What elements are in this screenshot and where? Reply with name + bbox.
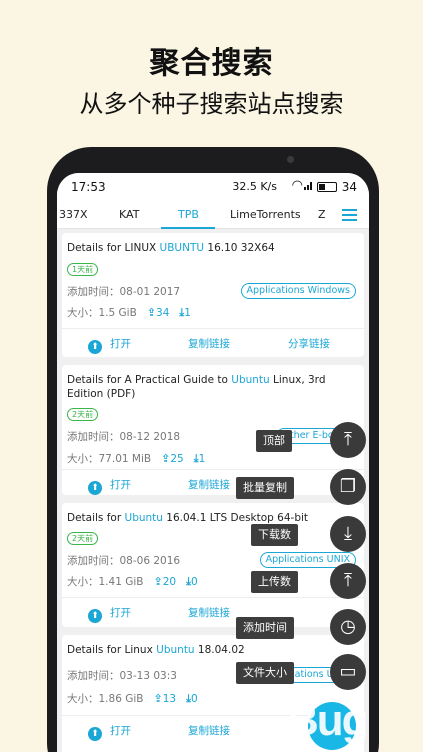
result-title: Details for LINUX UBUNTU 16.10 32X64 bbox=[67, 242, 275, 254]
size-line: 大小：1.5 GiB ⇪34 ⤓1 bbox=[67, 306, 191, 319]
age-badge: 2天前 bbox=[67, 408, 99, 421]
share-link-button[interactable]: 分享链接 bbox=[288, 336, 330, 351]
fab-item-downloads[interactable]: 下载数 ⤓ bbox=[251, 516, 366, 552]
camera-icon bbox=[287, 156, 294, 163]
status-time: 17:53 bbox=[71, 180, 106, 194]
upload-arrow-icon: ⇪ bbox=[161, 452, 171, 465]
upload-arrow-icon: ⇪ bbox=[153, 575, 163, 588]
fab-item-top[interactable]: 顶部 ⤒ bbox=[256, 422, 366, 458]
open-icon: ⬆ bbox=[88, 609, 102, 623]
promo-title: 聚合搜索 bbox=[149, 46, 274, 81]
age-badge: 1天前 bbox=[67, 263, 99, 276]
tab-kat[interactable]: KAT bbox=[119, 208, 139, 221]
open-button[interactable]: ⬆ 打开 bbox=[88, 723, 131, 741]
tab-limetorrents[interactable]: LimeTorrents bbox=[230, 208, 301, 221]
arrow-to-top-icon[interactable]: ⤒ bbox=[330, 422, 366, 458]
result-title: Details for A Practical Guide to Ubuntu … bbox=[67, 374, 326, 400]
promo-subtitle: 从多个种子搜索站点搜索 bbox=[79, 90, 344, 118]
age-badge: 2天前 bbox=[67, 532, 99, 545]
fab-item-batch-copy[interactable]: 批量复制 ❐ bbox=[236, 469, 366, 505]
open-button[interactable]: ⬆ 打开 bbox=[88, 336, 131, 354]
clock-icon[interactable]: ◷ bbox=[330, 609, 366, 645]
open-button[interactable]: ⬆ 打开 bbox=[88, 605, 131, 623]
fab-label: 上传数 bbox=[251, 571, 298, 593]
fab-label: 下载数 bbox=[251, 524, 298, 546]
signal-icon bbox=[304, 182, 313, 190]
app-screen: 17:53 32.5 K/s ◠ 34 337X KAT TPB LimeTor… bbox=[57, 173, 369, 752]
added-time: 添加时间：08-12 2018 bbox=[67, 431, 181, 443]
open-icon: ⬆ bbox=[88, 481, 102, 495]
watermark: Bug bbox=[287, 696, 369, 745]
fab-label: 批量复制 bbox=[236, 477, 294, 499]
site-tabs: 337X KAT TPB LimeTorrents Z bbox=[57, 201, 369, 229]
added-time: 添加时间：08-06 2016 bbox=[67, 555, 181, 567]
battery-level: 34 bbox=[341, 180, 357, 194]
open-icon: ⬆ bbox=[88, 340, 102, 354]
copy-icon[interactable]: ❐ bbox=[330, 469, 366, 505]
copy-link-button[interactable]: 复制链接 bbox=[188, 605, 230, 620]
menu-icon[interactable] bbox=[342, 209, 357, 221]
size-line: 大小：77.01 MiB ⇪25 ⤓1 bbox=[67, 452, 206, 465]
fab-label: 顶部 bbox=[256, 430, 292, 452]
category-badge: Applications Windows bbox=[240, 283, 356, 299]
network-speed: 32.5 K/s bbox=[232, 180, 277, 193]
fab-item-file-size[interactable]: 文件大小 ▭ bbox=[236, 654, 366, 690]
tab-337x[interactable]: 337X bbox=[59, 208, 88, 221]
fab-item-added-time[interactable]: 添加时间 ◷ bbox=[236, 609, 366, 645]
open-icon: ⬆ bbox=[88, 727, 102, 741]
folder-icon[interactable]: ▭ bbox=[330, 654, 366, 690]
size-line: 大小：1.86 GiB ⇪13 ⤓0 bbox=[67, 692, 198, 705]
upload-icon[interactable]: ⤒ bbox=[330, 563, 366, 599]
card-actions: ⬆ 打开 复制链接 分享链接 bbox=[62, 328, 364, 356]
download-icon[interactable]: ⤓ bbox=[330, 516, 366, 552]
added-time: 添加时间：08-01 2017 bbox=[67, 286, 181, 298]
size-line: 大小：1.41 GiB ⇪20 ⤓0 bbox=[67, 575, 198, 588]
copy-link-button[interactable]: 复制链接 bbox=[188, 723, 230, 738]
upload-arrow-icon: ⇪ bbox=[146, 306, 157, 319]
result-card[interactable]: Details for LINUX UBUNTU 16.10 32X64 1天前… bbox=[62, 233, 364, 357]
status-bar: 17:53 32.5 K/s ◠ 34 bbox=[57, 173, 369, 201]
fab-label: 文件大小 bbox=[236, 662, 294, 684]
open-button[interactable]: ⬆ 打开 bbox=[88, 477, 131, 495]
tab-z[interactable]: Z bbox=[318, 208, 326, 221]
copy-link-button[interactable]: 复制链接 bbox=[188, 477, 230, 492]
wifi-icon: ◠ bbox=[291, 178, 303, 193]
copy-link-button[interactable]: 复制链接 bbox=[188, 336, 230, 351]
fab-label: 添加时间 bbox=[236, 617, 294, 639]
fab-item-uploads[interactable]: 上传数 ⤒ bbox=[251, 563, 366, 599]
battery-icon bbox=[317, 182, 337, 192]
tab-tpb[interactable]: TPB bbox=[178, 208, 199, 221]
added-time: 添加时间：03-13 03:3 bbox=[67, 670, 177, 682]
upload-arrow-icon: ⇪ bbox=[153, 692, 163, 705]
active-tab-indicator bbox=[161, 227, 215, 229]
